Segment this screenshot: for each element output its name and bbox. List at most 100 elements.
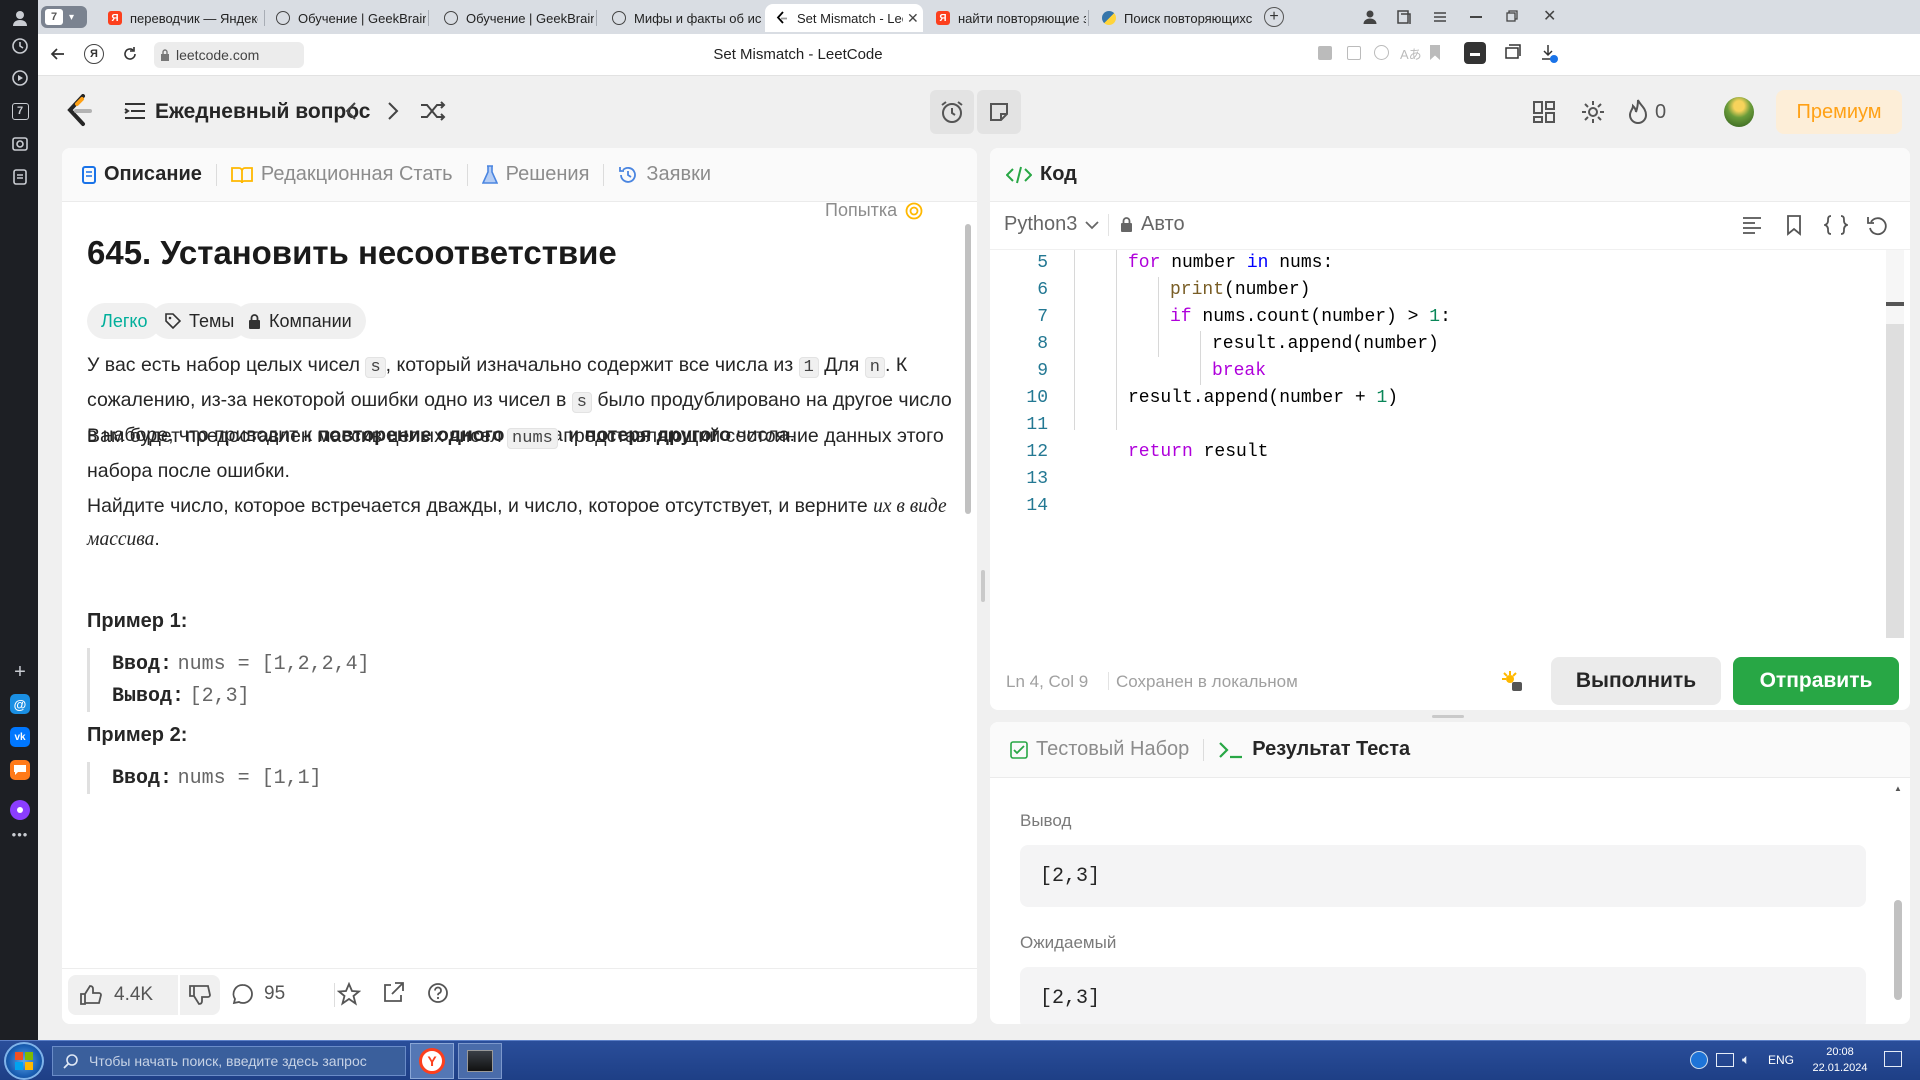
- braces-icon[interactable]: [1824, 215, 1848, 235]
- prev-problem-icon[interactable]: [344, 100, 358, 122]
- font-icon[interactable]: Aあ: [1400, 44, 1422, 63]
- dislike-button[interactable]: [180, 975, 220, 1015]
- apps-icon[interactable]: [1318, 46, 1332, 60]
- url-field[interactable]: leetcode.com: [154, 42, 304, 68]
- notifications-icon[interactable]: [1884, 1051, 1902, 1067]
- topics-label: Темы: [189, 310, 235, 331]
- menu-icon[interactable]: [1432, 9, 1448, 25]
- line-number: 9: [1037, 361, 1048, 381]
- like-button[interactable]: 4.4K: [68, 975, 178, 1015]
- notes-icon[interactable]: [10, 167, 30, 187]
- new-tab-button[interactable]: +: [1264, 7, 1284, 27]
- alice-icon[interactable]: [10, 800, 30, 820]
- format-icon[interactable]: [1742, 216, 1762, 234]
- problem-list-icon[interactable]: [124, 101, 146, 121]
- help-icon[interactable]: [427, 982, 449, 1004]
- tab-code[interactable]: Код: [990, 163, 1091, 186]
- close-tab-icon[interactable]: ✕: [907, 10, 919, 27]
- code-editor[interactable]: 5 for number in nums: 6 print(number) 7 if …: [990, 250, 1910, 650]
- yandex-home-icon[interactable]: Я: [84, 44, 104, 64]
- tab-myths[interactable]: Мифы и факты об искусс: [602, 4, 762, 32]
- close-window-icon[interactable]: ✕: [1543, 6, 1556, 26]
- bookmarks-icon[interactable]: [1396, 9, 1412, 25]
- tab-find-duplicates[interactable]: Я найти повторяющие знач: [926, 4, 1086, 32]
- more-icon[interactable]: •••: [10, 824, 30, 844]
- reset-icon[interactable]: [1866, 214, 1888, 236]
- play-icon[interactable]: [10, 68, 30, 88]
- mail-icon[interactable]: @: [10, 694, 30, 714]
- taskbar-yandex-browser[interactable]: Y: [410, 1043, 454, 1079]
- tab-count: 7: [45, 9, 63, 25]
- reload-icon[interactable]: [122, 46, 138, 62]
- tabs-count-icon[interactable]: 7: [10, 101, 30, 121]
- messenger-icon[interactable]: [10, 760, 30, 780]
- restore-icon[interactable]: [1506, 10, 1518, 22]
- tab-leetcode[interactable]: Set Mismatch - LeetCode ✕: [765, 4, 923, 32]
- bookmark-icon[interactable]: [1786, 214, 1802, 236]
- start-button[interactable]: [4, 1042, 44, 1080]
- thumbs-down-icon: [189, 985, 211, 1005]
- auto-mode[interactable]: Авто: [1120, 213, 1185, 236]
- settings-gear-icon[interactable]: [1580, 99, 1606, 125]
- layout-icon[interactable]: [1532, 100, 1556, 124]
- mode-label: Авто: [1141, 213, 1185, 235]
- streak-flame-icon[interactable]: [1628, 99, 1648, 125]
- history-icon[interactable]: [10, 36, 30, 56]
- next-problem-icon[interactable]: [386, 100, 400, 122]
- address-bar: Я leetcode.com Set Mismatch - LeetCode A…: [38, 34, 1920, 76]
- bookmark-icon[interactable]: [1430, 45, 1440, 60]
- shuffle-icon[interactable]: [420, 100, 446, 122]
- companies-chip[interactable]: Компании: [234, 303, 366, 339]
- screenshot-icon[interactable]: [10, 134, 30, 154]
- collections-icon[interactable]: [1504, 44, 1522, 62]
- taskbar-search[interactable]: Чтобы начать поиск, введите здесь запрос: [52, 1046, 406, 1076]
- row-resize-handle[interactable]: [1432, 715, 1464, 718]
- favorite-star-icon[interactable]: [337, 982, 361, 1006]
- comments-button[interactable]: 95: [232, 983, 285, 1005]
- account-icon[interactable]: [1362, 9, 1378, 25]
- tab-translator[interactable]: Я переводчик — Яндекс: на: [98, 4, 258, 32]
- taskbar-app[interactable]: [458, 1043, 502, 1079]
- code-icon: [1006, 166, 1032, 184]
- premium-button[interactable]: Премиум: [1776, 90, 1902, 134]
- volume-icon[interactable]: 🔈︎: [1742, 1051, 1750, 1068]
- tab-geekbrains-2[interactable]: Обучение | GeekBrains - о: [434, 4, 594, 32]
- avatar[interactable]: [1724, 97, 1754, 127]
- tab-submissions[interactable]: Заявки: [604, 163, 725, 186]
- tests-scrollbar[interactable]: ▲: [1892, 780, 1904, 1024]
- daily-question-link[interactable]: Ежедневный вопрос: [155, 100, 370, 124]
- tab-description[interactable]: Описание: [62, 163, 216, 186]
- profile-icon[interactable]: [10, 8, 30, 28]
- extension-icon[interactable]: ▬: [1464, 42, 1486, 64]
- back-icon[interactable]: [50, 46, 66, 62]
- network-shield-icon[interactable]: [1690, 1051, 1708, 1069]
- debug-icon[interactable]: [1500, 669, 1524, 693]
- tab-test-result[interactable]: Результат Теста: [1204, 738, 1424, 761]
- translate-icon[interactable]: [1374, 45, 1389, 60]
- tab-geekbrains-1[interactable]: Обучение | GeekBrains - о: [266, 4, 426, 32]
- submit-button[interactable]: Отправить: [1733, 657, 1899, 705]
- run-button[interactable]: Выполнить: [1551, 657, 1721, 705]
- downloads-icon[interactable]: [1540, 43, 1558, 63]
- reader-icon[interactable]: [1347, 46, 1361, 60]
- tab-label: Set Mismatch - LeetCode: [797, 10, 903, 26]
- minimize-icon[interactable]: [1470, 16, 1482, 18]
- tab-solutions[interactable]: Решения: [468, 163, 604, 186]
- notes-icon[interactable]: [977, 90, 1021, 134]
- tab-group-button[interactable]: 7 ▾: [41, 6, 87, 28]
- description-scrollbar[interactable]: [962, 206, 974, 966]
- share-icon[interactable]: [382, 982, 404, 1004]
- language-select[interactable]: Python3: [1004, 213, 1100, 236]
- vk-icon[interactable]: vk: [10, 727, 30, 747]
- tab-search-duplicates[interactable]: Поиск повторяющихся зн: [1092, 4, 1252, 32]
- leetcode-logo[interactable]: [64, 94, 94, 128]
- tab-testcase[interactable]: Тестовый Набор: [990, 738, 1203, 761]
- timer-icon[interactable]: [930, 90, 974, 134]
- editor-scrollbar[interactable]: [1886, 250, 1904, 638]
- language-indicator[interactable]: ENG: [1768, 1053, 1794, 1067]
- monitor-icon[interactable]: [1716, 1053, 1734, 1067]
- panel-resize-handle[interactable]: [981, 570, 985, 602]
- add-panel-icon[interactable]: +: [10, 661, 30, 683]
- clock[interactable]: 20:08 22.01.2024: [1800, 1044, 1880, 1076]
- tab-editorial[interactable]: Редакционная Стать: [217, 163, 467, 186]
